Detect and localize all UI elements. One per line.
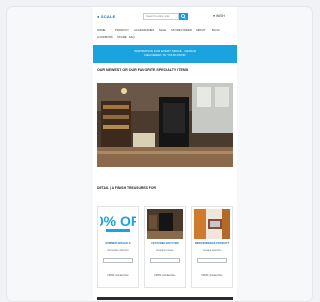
card-image <box>194 209 230 239</box>
wishlist-label: ♥ WISH <box>213 14 225 18</box>
hero-image[interactable] <box>97 83 233 167</box>
nav-item-store[interactable]: STORE <box>117 35 127 39</box>
nav-item-product[interactable]: PRODUCT <box>115 28 129 32</box>
interior-photo <box>97 83 233 167</box>
search-icon <box>181 14 186 19</box>
card-title: FEATURED BOX ITEM <box>151 242 179 245</box>
card-subtitle: Storewide collection <box>107 249 129 252</box>
product-card[interactable]: 50% OFF SUMMER SPECIALS Storewide collec… <box>97 206 139 288</box>
product-card[interactable]: INDEPENDENCE PRODUCT Curated selection F… <box>191 206 233 288</box>
wishlist-link[interactable]: ♥ WISH <box>213 14 225 18</box>
main-navigation: HOME PRODUCT ACCESSORIES SALE STORE FIND… <box>97 28 233 42</box>
card-subtitle: Curated selection <box>202 249 222 252</box>
card-price: FROM | Limited time <box>107 275 129 277</box>
promo-banner[interactable]: INSPIRATION FOR EVERY SPACE · DESIGN DEL… <box>93 45 237 63</box>
card-button[interactable] <box>150 258 180 263</box>
card-price: FROM | Limited time <box>201 275 223 277</box>
card-title: SUMMER SPECIALS <box>105 242 131 245</box>
card-price: FROM | Limited time <box>154 275 176 277</box>
nav-item-about[interactable]: ABOUT <box>196 28 206 32</box>
section-heading: OUR NEWEST OR OUR FAVORITE SPECIALTY ITE… <box>97 68 189 72</box>
nav-item-home[interactable]: HOME <box>97 28 105 32</box>
card-image: 50% OFF <box>100 209 136 239</box>
card-subtitle: Designer pieces <box>156 249 174 252</box>
site-header: ● SCALE Search entire site ♥ WISH <box>93 7 237 27</box>
card-button[interactable] <box>103 258 133 263</box>
nav-item-lookbook[interactable]: LOOKBOOK <box>97 35 113 39</box>
nav-item-accessories[interactable]: ACCESSORIES <box>134 28 154 32</box>
card-title: INDEPENDENCE PRODUCT <box>194 242 230 245</box>
nav-item-blog[interactable]: BLOG <box>212 28 220 32</box>
site-logo[interactable]: ● SCALE <box>97 14 115 19</box>
featured-heading: DETAIL | A FINISH TREASURES FOR <box>97 186 156 190</box>
search-input[interactable]: Search entire site <box>143 13 179 20</box>
nav-item-store-finder[interactable]: STORE FINDER <box>171 28 192 32</box>
card-image <box>147 209 183 239</box>
footer-bar <box>97 297 233 300</box>
webpage-preview: ● SCALE Search entire site ♥ WISH HOME P… <box>93 7 237 300</box>
nav-item-sale[interactable]: SALE <box>159 28 166 32</box>
product-card[interactable]: FEATURED BOX ITEM Designer pieces FROM |… <box>144 206 186 288</box>
promo-line-2: DELIVERED TO YOUR DOOR <box>144 52 186 57</box>
nav-item-faq[interactable]: FAQ <box>129 35 135 39</box>
card-button[interactable] <box>197 258 227 263</box>
search-button[interactable] <box>179 13 188 20</box>
card-promo-text: 50% OFF <box>100 213 136 229</box>
